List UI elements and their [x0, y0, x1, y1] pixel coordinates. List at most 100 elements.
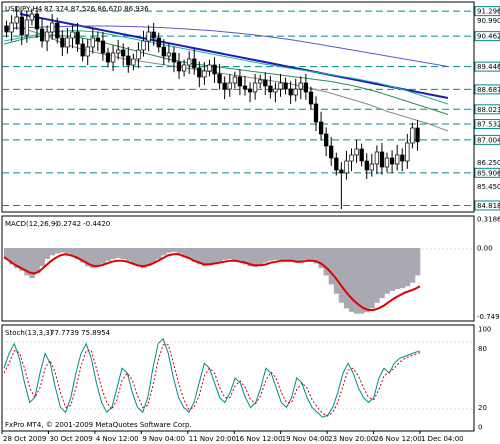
macd-histogram-bar — [166, 248, 172, 253]
macd-histogram-bar — [267, 248, 274, 261]
candle-body — [395, 154, 400, 165]
candle-body — [50, 22, 55, 33]
macd-histogram-bar — [125, 248, 132, 261]
candle-body — [4, 25, 9, 33]
candle-body — [192, 58, 197, 69]
candle-body — [19, 16, 24, 36]
price-tick-label: 89.446 — [477, 63, 500, 71]
macd-histogram-bar — [110, 248, 116, 259]
candle-body — [166, 52, 172, 57]
candle-body — [176, 61, 182, 72]
candle-body — [359, 148, 364, 162]
macd-histogram-bar — [262, 248, 269, 263]
macd-histogram-bar — [303, 248, 309, 260]
price-tick-label: 90.462 — [477, 33, 500, 41]
mt4-chart-window: USDJPY,H4 87.374 87.526 86.670 86.936 91… — [0, 0, 500, 444]
candle-body — [258, 79, 263, 84]
candle-body — [146, 31, 151, 42]
macd-histogram-bar — [349, 248, 355, 312]
price-tick-label: 86.250 — [477, 159, 500, 167]
macd-histogram-bar — [64, 248, 71, 254]
macd-histogram-bar — [394, 248, 400, 290]
candle-body — [242, 85, 248, 90]
macd-histogram-bar — [151, 248, 157, 263]
candle-body — [95, 37, 101, 42]
macd-histogram-bar — [156, 248, 162, 259]
candle-body — [252, 82, 258, 93]
candle-body — [171, 52, 177, 63]
ohlc-readout: 87.374 87.526 86.670 86.936 — [44, 5, 149, 13]
macd-histogram-bar — [161, 248, 167, 256]
time-tick-label: 30 Oct 2009 — [49, 435, 92, 443]
macd-histogram-bar — [399, 248, 406, 289]
candle-body — [24, 19, 30, 36]
price-pane[interactable]: USDJPY,H4 87.374 87.526 86.670 86.936 — [1, 1, 475, 213]
candle-body — [197, 67, 202, 78]
candle-body — [303, 82, 309, 93]
candle-body — [283, 82, 288, 90]
time-tick-label: 19 Nov 04:00 — [282, 435, 329, 443]
candle-body — [207, 64, 212, 72]
macd-histogram-bar — [120, 248, 127, 259]
macd-histogram-bar — [389, 248, 395, 291]
macd-histogram-bar — [257, 248, 264, 266]
macd-histogram-bar — [359, 248, 365, 314]
candle-body — [29, 13, 35, 21]
macd-histogram-bar — [206, 248, 213, 266]
candle-body — [181, 64, 187, 72]
stoch-pane[interactable]: Stoch(13,3,3) 77.7739 75.8954 FxPro MT4,… — [1, 324, 475, 432]
price-tick-label: 85.450 — [477, 183, 500, 191]
candle-body — [161, 46, 166, 57]
candle-body — [374, 151, 380, 165]
candle-body — [75, 31, 80, 45]
candle-body — [34, 13, 40, 30]
candle-body — [308, 91, 314, 105]
macd-pane[interactable]: MACD(12,26,9) -0.2742 -0.4420 — [1, 215, 475, 322]
candle-body — [232, 76, 238, 84]
candle-body — [55, 22, 60, 39]
candle-body — [70, 31, 75, 39]
candle-body — [9, 22, 14, 33]
price-tick-label: 87.532 — [477, 121, 500, 129]
candle-body — [65, 37, 70, 48]
candle-body — [384, 157, 390, 168]
macd-histogram-bar — [384, 248, 390, 294]
time-tick-label: 26 Nov 12:00 — [375, 435, 422, 443]
copyright-text: FxPro MT4, © 2001-2009 MetaQuotes Softwa… — [5, 421, 192, 429]
macd-histogram-bar — [237, 248, 243, 262]
candle-body — [14, 16, 19, 24]
candle-body — [247, 88, 253, 93]
macd-histogram-bar — [404, 248, 411, 287]
macd-histogram-bar — [369, 248, 375, 309]
candle-body — [237, 76, 243, 87]
price-tick-label: 91.296 — [477, 8, 500, 16]
macd-values: -0.2742 -0.4420 — [54, 220, 110, 228]
macd-tick-label: 0.3186 — [477, 215, 500, 223]
candle-body — [273, 88, 278, 93]
macd-histogram-bar — [34, 248, 40, 274]
macd-histogram-bar — [343, 248, 350, 309]
candle-body — [212, 64, 217, 75]
candle-body — [105, 52, 111, 63]
candle-body — [400, 154, 405, 162]
candle-body — [329, 145, 334, 159]
macd-histogram-bar — [105, 248, 111, 261]
candle-body — [85, 46, 90, 57]
candle-body — [298, 82, 303, 90]
macd-histogram-bar — [298, 248, 304, 262]
candle-body — [116, 49, 121, 54]
macd-histogram-bar — [379, 248, 385, 299]
candle-body — [227, 82, 232, 90]
candle-body — [121, 49, 126, 57]
macd-histogram-bar — [328, 248, 335, 285]
price-tick-label: 88.687 — [477, 86, 500, 94]
stoch-title: Stoch(13,3,3) — [5, 329, 53, 337]
time-tick-label: 23 Nov 20:00 — [328, 435, 375, 443]
candle-body — [39, 28, 45, 42]
time-tick-label: 1 Dec 04:00 — [421, 435, 464, 443]
candle-body — [369, 163, 374, 171]
candle-body — [415, 127, 420, 143]
macd-histogram-bar — [364, 248, 370, 312]
candle-body — [405, 142, 410, 162]
macd-histogram-bar — [70, 248, 76, 256]
